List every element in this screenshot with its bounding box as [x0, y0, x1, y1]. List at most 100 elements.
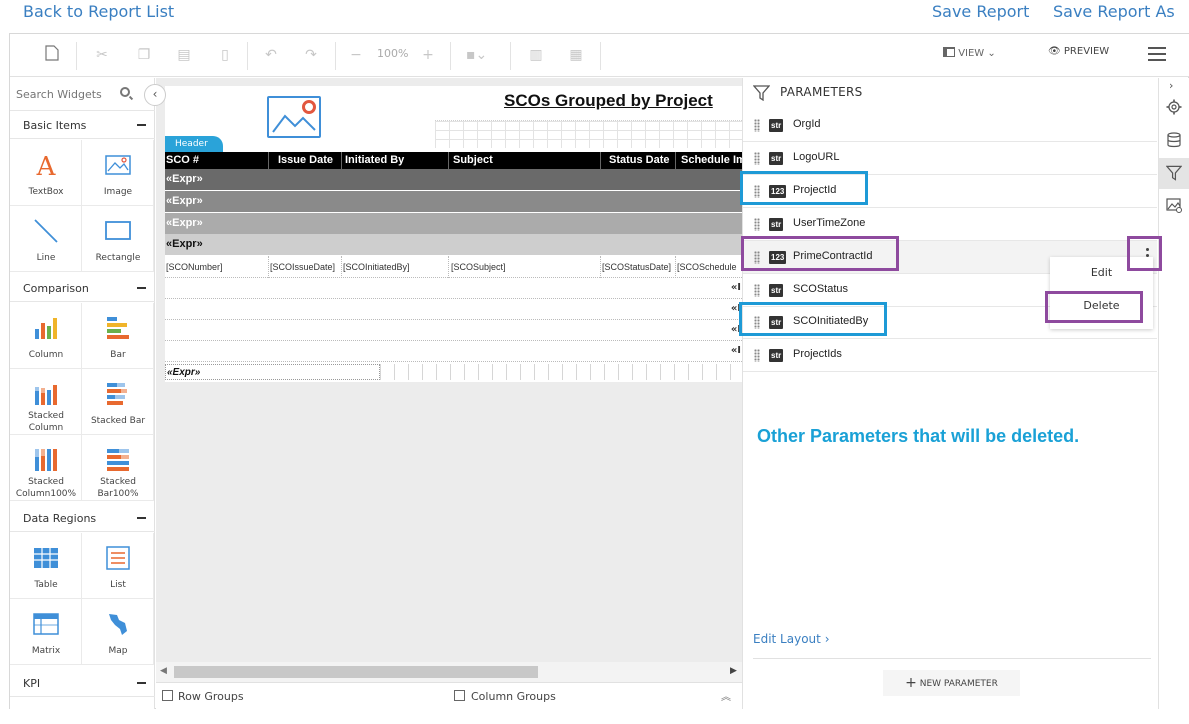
column-header: Status Date: [609, 154, 670, 166]
widget-stacked-column-100[interactable]: Stacked Column100%: [10, 435, 82, 501]
parameter-row[interactable]: str UserTimeZone: [743, 208, 1157, 241]
widget-bar[interactable]: Bar: [82, 303, 154, 369]
stacked-column-100-icon: [35, 449, 57, 471]
page-footer-expression[interactable]: «Expr»: [165, 364, 380, 380]
undo-icon[interactable]: ↶: [261, 45, 281, 65]
drag-handle-icon[interactable]: [754, 251, 760, 264]
widget-line[interactable]: Line: [10, 206, 82, 272]
delete-icon[interactable]: ▯: [215, 45, 235, 65]
table-header-row[interactable]: SCO # Issue Date Initiated By Subject St…: [165, 152, 742, 169]
parameter-row[interactable]: str ProjectIds: [743, 339, 1157, 372]
data-sources-icon[interactable]: [1159, 125, 1189, 156]
search-icon[interactable]: [120, 87, 130, 97]
back-to-report-list-link[interactable]: Back to Report List: [23, 2, 174, 21]
section-comparison[interactable]: Comparison: [10, 274, 155, 302]
drag-handle-icon[interactable]: [754, 349, 760, 362]
chevron-right-icon[interactable]: ›: [1169, 79, 1173, 92]
chevron-up-icon[interactable]: ︽: [721, 688, 731, 703]
widget-image[interactable]: Image: [82, 140, 154, 206]
align-icon[interactable]: ▥: [526, 45, 546, 65]
section-basic-items[interactable]: Basic Items: [10, 111, 155, 139]
parameters-filter-icon[interactable]: [1159, 158, 1189, 189]
zoom-out-icon[interactable]: −: [346, 45, 366, 65]
footer-row-4[interactable]: «I: [165, 341, 742, 362]
type-badge: str: [769, 316, 784, 329]
widget-table[interactable]: Table: [10, 533, 82, 599]
widget-rectangle[interactable]: Rectangle: [82, 206, 154, 272]
svg-text:A: A: [36, 152, 57, 178]
widget-stacked-bar-100[interactable]: Stacked Bar100%: [82, 435, 154, 501]
drag-handle-icon[interactable]: [754, 152, 760, 165]
scroll-right-icon[interactable]: ▶: [730, 666, 737, 676]
column-groups-tab[interactable]: Column Groups: [471, 690, 556, 703]
drag-handle-icon[interactable]: [754, 316, 760, 329]
drag-handle-icon[interactable]: [754, 185, 760, 198]
footer-row-1[interactable]: «I: [165, 278, 742, 299]
widget-list[interactable]: List: [82, 533, 154, 599]
edit-layout-link[interactable]: Edit Layout ›: [753, 632, 830, 646]
group-row-3[interactable]: «Expr»: [165, 213, 742, 234]
parameter-row[interactable]: 123 ProjectId: [743, 175, 1157, 208]
edit-menu-item[interactable]: Edit: [1050, 266, 1153, 279]
footer-row-3[interactable]: «I: [165, 320, 742, 341]
row-groups-icon: [162, 690, 173, 701]
widget-matrix[interactable]: Matrix: [10, 599, 82, 665]
widget-stacked-bar[interactable]: Stacked Bar: [82, 369, 154, 435]
groups-bar: Row Groups Column Groups ︽: [156, 682, 742, 709]
row-groups-tab[interactable]: Row Groups: [178, 690, 244, 703]
edit-layout-label: Edit Layout: [753, 632, 821, 646]
parameter-name: ProjectIds: [793, 348, 842, 360]
report-logo-image-icon[interactable]: [267, 96, 321, 138]
collapse-minus-icon[interactable]: [137, 287, 146, 289]
design-canvas[interactable]: SCOs Grouped by Project Header SCO # Iss…: [156, 78, 742, 682]
collapse-minus-icon[interactable]: [137, 124, 146, 126]
report-title[interactable]: SCOs Grouped by Project: [504, 91, 713, 111]
redo-icon[interactable]: ↷: [301, 45, 321, 65]
view-icon: [943, 47, 955, 57]
hamburger-menu-icon[interactable]: [1148, 47, 1166, 61]
paste-icon[interactable]: ▤: [174, 45, 194, 65]
widget-map[interactable]: Map: [82, 599, 154, 665]
group-row-1[interactable]: «Expr»: [165, 169, 742, 190]
detail-row[interactable]: [SCONumber] [SCOIssueDate] [SCOInitiated…: [165, 256, 742, 278]
new-file-icon[interactable]: [42, 45, 62, 65]
widget-column[interactable]: Column: [10, 303, 82, 369]
section-kpi[interactable]: KPI: [10, 669, 155, 697]
textbox-icon: A: [36, 152, 57, 178]
report-page[interactable]: SCOs Grouped by Project Header SCO # Iss…: [165, 86, 742, 382]
new-parameter-button[interactable]: + NEW PARAMETER: [883, 670, 1020, 696]
scroll-left-icon[interactable]: ◀: [160, 666, 167, 676]
group-row-2[interactable]: «Expr»: [165, 191, 742, 212]
toolbar-divider: [450, 42, 451, 70]
section-data-regions[interactable]: Data Regions: [10, 504, 155, 532]
zoom-in-icon[interactable]: +: [418, 45, 438, 65]
collapse-minus-icon[interactable]: [137, 517, 146, 519]
properties-gear-icon[interactable]: [1159, 92, 1189, 123]
preview-button[interactable]: 👁 PREVIEW: [1048, 46, 1109, 57]
widget-stacked-column[interactable]: Stacked Column: [10, 369, 82, 435]
header-section-tab[interactable]: Header: [165, 136, 223, 152]
copy-icon[interactable]: ❐: [134, 45, 154, 65]
stacked-bar-icon: [107, 383, 127, 405]
save-report-as-link[interactable]: Save Report As: [1053, 2, 1175, 21]
resources-image-icon[interactable]: [1159, 190, 1189, 221]
footer-row-2[interactable]: «I: [165, 299, 742, 320]
drag-handle-icon[interactable]: [754, 284, 760, 297]
search-widgets-input[interactable]: [16, 85, 121, 103]
scrollbar-thumb[interactable]: [174, 666, 538, 678]
widget-textbox[interactable]: A TextBox: [10, 140, 82, 206]
collapse-minus-icon[interactable]: [137, 682, 146, 684]
grid-icon[interactable]: ▦: [566, 45, 586, 65]
save-report-link[interactable]: Save Report: [932, 2, 1029, 21]
canvas-horizontal-scrollbar[interactable]: ◀ ▶: [156, 662, 742, 682]
parameter-row[interactable]: str LogoURL: [743, 142, 1157, 175]
collapse-panel-button[interactable]: ‹: [144, 84, 166, 106]
drag-handle-icon[interactable]: [754, 119, 760, 132]
layer-icon[interactable]: ▪⌄: [466, 45, 487, 65]
group-row-4[interactable]: «Expr»: [165, 234, 742, 255]
parameter-row[interactable]: str OrgId: [743, 109, 1157, 142]
view-dropdown[interactable]: VIEW ⌄: [943, 47, 996, 59]
drag-handle-icon[interactable]: [754, 218, 760, 231]
delete-menu-item[interactable]: Delete: [1050, 299, 1153, 312]
cut-icon[interactable]: ✂: [92, 45, 112, 65]
